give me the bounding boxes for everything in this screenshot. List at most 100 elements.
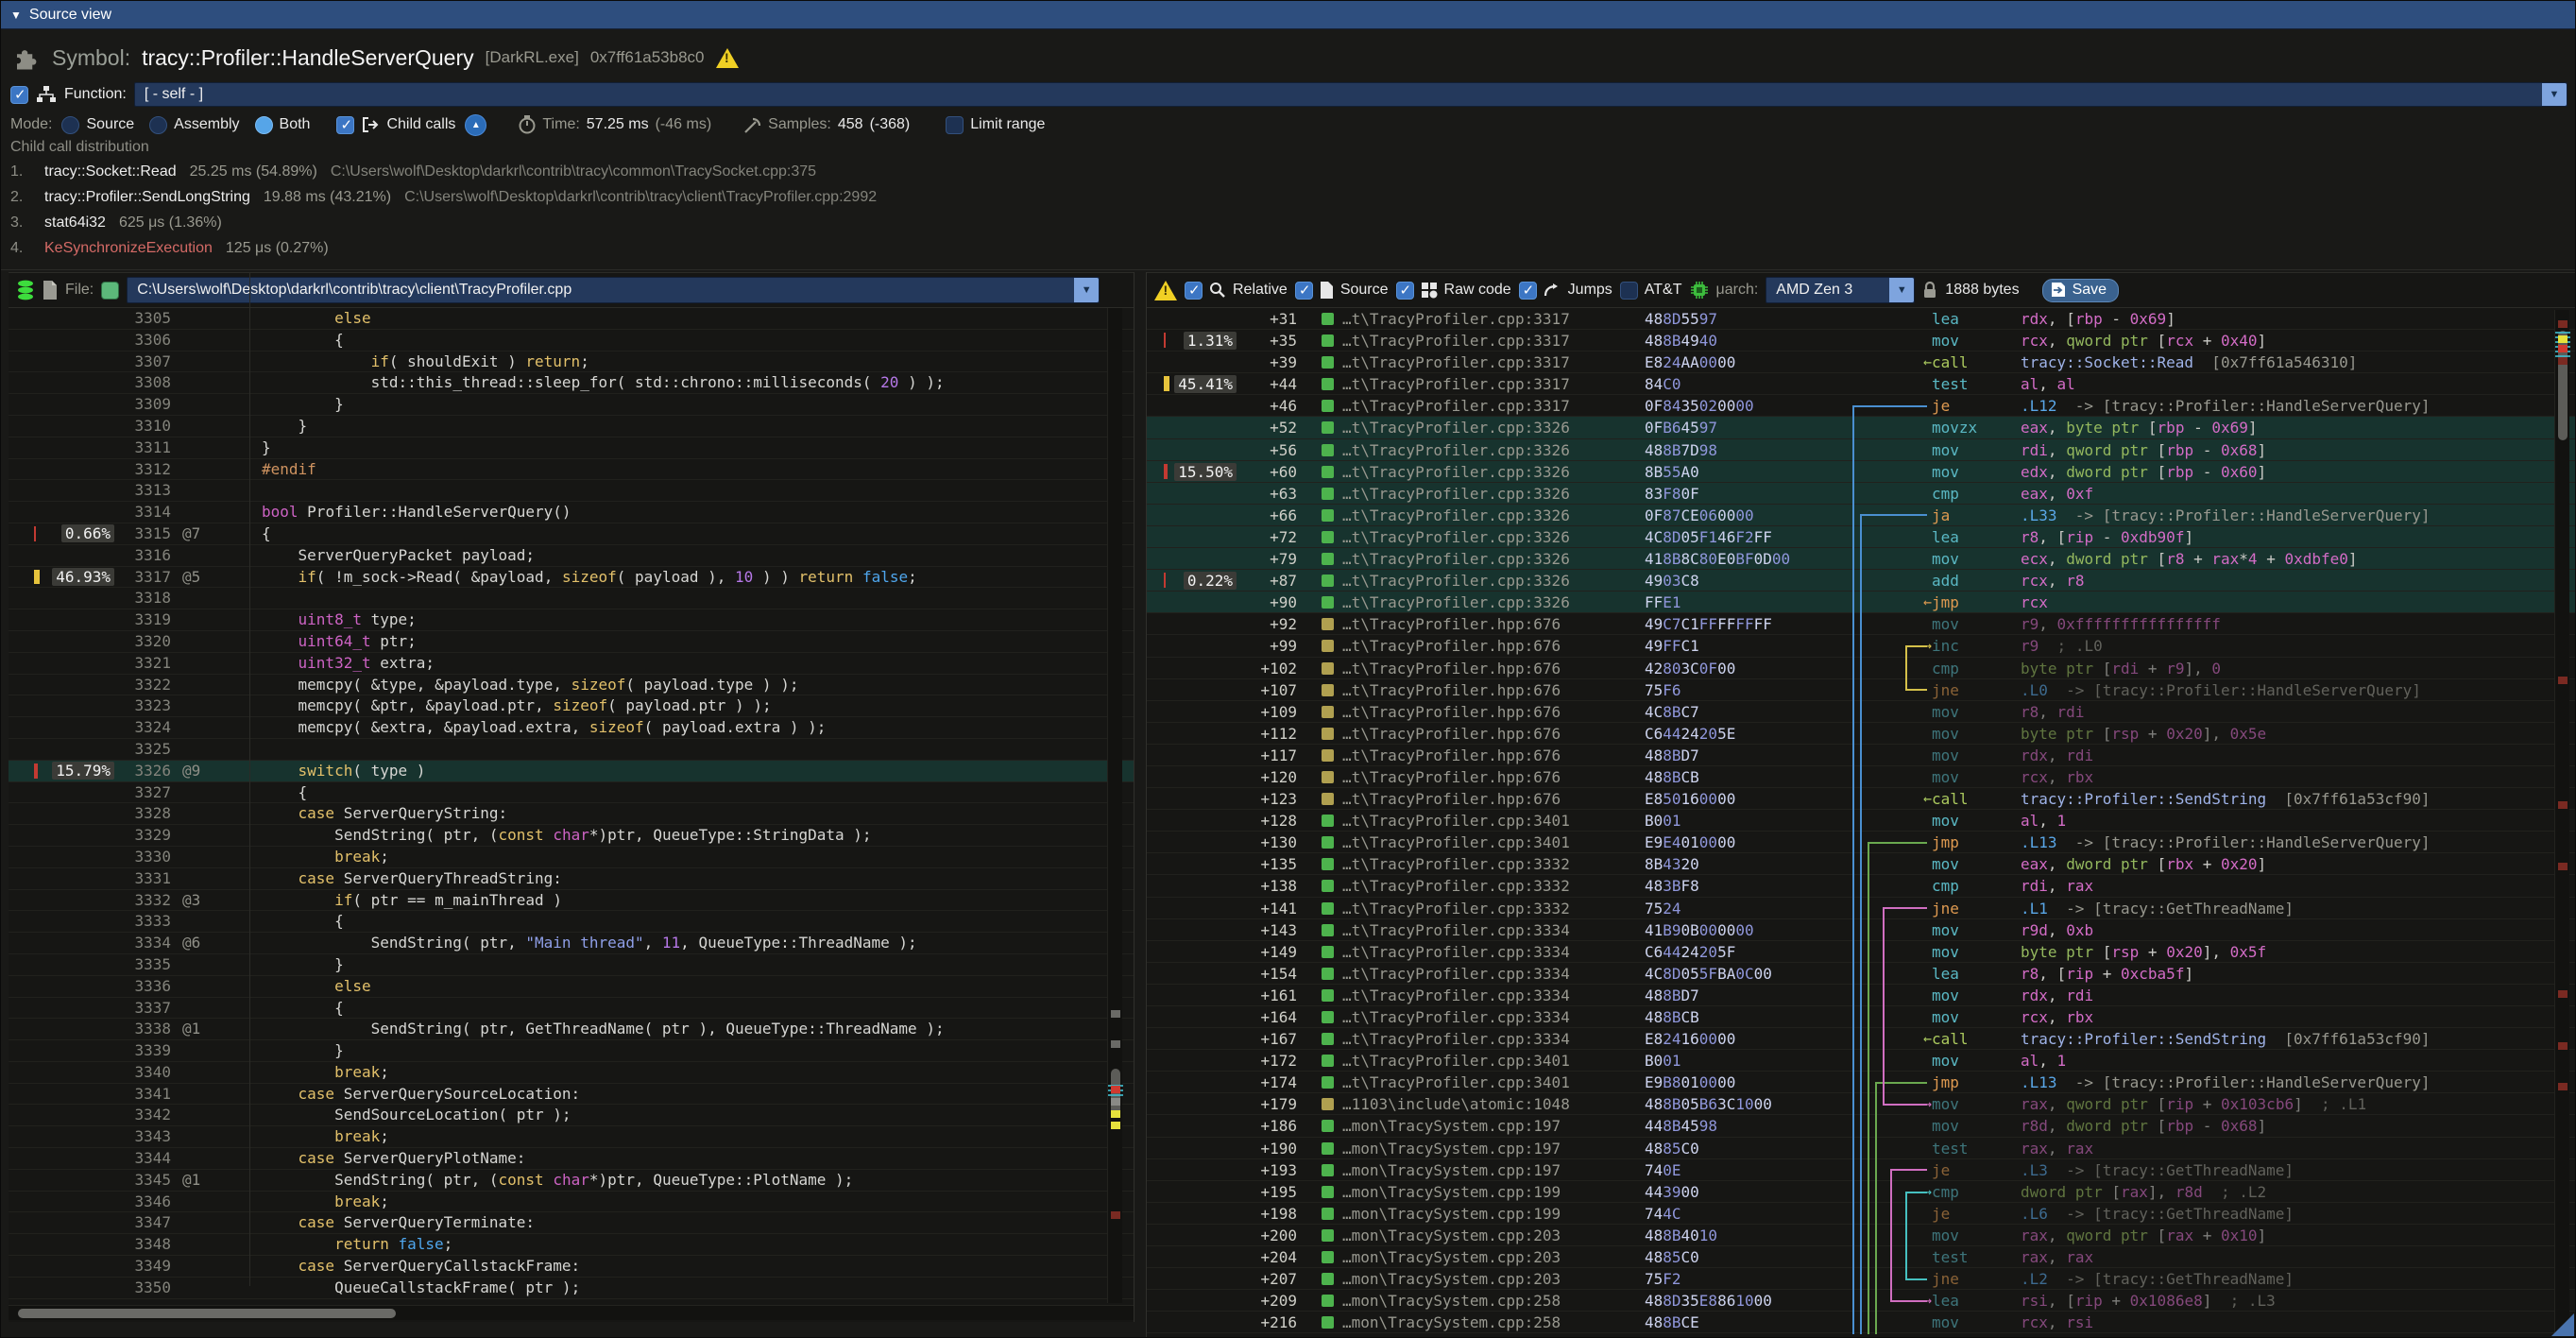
line-number[interactable]: 3306 xyxy=(116,330,175,352)
assembly-vertical-scrollbar[interactable] xyxy=(2554,310,2569,1335)
asm-source-location[interactable]: …t\TracyProfiler.cpp:3326 xyxy=(1342,570,1597,592)
asm-row[interactable]: +207…mon\TracySystem.cpp:20375F2jne.L2 -… xyxy=(1147,1268,2575,1290)
relative-toggle[interactable]: Relative xyxy=(1185,282,1288,300)
asm-source-location[interactable]: …t\TracyProfiler.cpp:3401 xyxy=(1342,1072,1597,1093)
save-button[interactable]: Save xyxy=(2042,279,2119,302)
asm-source-location[interactable]: …t\TracyProfiler.hpp:676 xyxy=(1342,613,1597,635)
source-line[interactable]: 3335 } xyxy=(9,954,1134,976)
asm-row[interactable]: +161…t\TracyProfiler.cpp:3334488BD7movrd… xyxy=(1147,985,2575,1006)
source-line[interactable]: 3341 case ServerQuerySourceLocation: xyxy=(9,1084,1134,1106)
asm-source-location[interactable]: …t\TracyProfiler.cpp:3317 xyxy=(1342,352,1597,373)
child-call-row[interactable]: 1.tracy::Socket::Read25.25 ms (54.89%)C:… xyxy=(10,162,877,181)
att-checkbox[interactable] xyxy=(1620,282,1638,300)
line-number[interactable]: 3337 xyxy=(116,998,175,1020)
asm-row[interactable]: +195…mon\TracySystem.cpp:199443900→cmpdw… xyxy=(1147,1181,2575,1203)
asm-row[interactable]: +46…t\TracyProfiler.cpp:33170F8435020000… xyxy=(1147,395,2575,417)
asm-row[interactable]: +117…t\TracyProfiler.hpp:676488BD7movrdx… xyxy=(1147,745,2575,766)
source-line[interactable]: 3340 break; xyxy=(9,1062,1134,1084)
asm-row[interactable]: +128…t\TracyProfiler.cpp:3401B001moval, … xyxy=(1147,810,2575,832)
line-number[interactable]: 3339 xyxy=(116,1040,175,1062)
asm-row[interactable]: +109…t\TracyProfiler.hpp:6764C8BC7movr8,… xyxy=(1147,701,2575,723)
chevron-down-icon[interactable]: ▼ xyxy=(1889,278,1914,302)
line-number[interactable]: 3342 xyxy=(116,1105,175,1126)
asm-source-location[interactable]: …t\TracyProfiler.cpp:3326 xyxy=(1342,592,1597,613)
asm-source-location[interactable]: …t\TracyProfiler.cpp:3334 xyxy=(1342,963,1597,985)
line-number[interactable]: 3310 xyxy=(116,416,175,437)
asm-row[interactable]: +209…mon\TracySystem.cpp:258488D35E88610… xyxy=(1147,1290,2575,1312)
source-line[interactable]: 3311} xyxy=(9,437,1134,459)
mode-option-both[interactable]: Both xyxy=(255,116,311,134)
line-number[interactable]: 3323 xyxy=(116,695,175,717)
line-number[interactable]: 3330 xyxy=(116,847,175,868)
asm-row[interactable]: +130…t\TracyProfiler.cpp:3401E9E4010000j… xyxy=(1147,832,2575,853)
source-line[interactable]: 3324 memcpy( &extra, &payload.extra, siz… xyxy=(9,717,1134,739)
asm-row[interactable]: +39…t\TracyProfiler.cpp:3317E824AA0000←c… xyxy=(1147,352,2575,373)
asm-row[interactable]: +52…t\TracyProfiler.cpp:33260FB64597movz… xyxy=(1147,417,2575,438)
source-line[interactable]: 3339 } xyxy=(9,1040,1134,1062)
chevron-down-icon[interactable]: ▼ xyxy=(2542,83,2567,106)
radio-assembly[interactable] xyxy=(149,116,167,134)
source-line[interactable]: 3344 case ServerQueryPlotName: xyxy=(9,1148,1134,1170)
line-number[interactable]: 3325 xyxy=(116,739,175,761)
source-line[interactable]: 3333 { xyxy=(9,911,1134,933)
line-number[interactable]: 3335 xyxy=(116,954,175,976)
source-line[interactable]: 3319 uint8_t type; xyxy=(9,609,1134,631)
file-dropdown[interactable]: C:\Users\wolf\Desktop\darkrl\contrib\tra… xyxy=(127,277,1100,303)
asm-row[interactable]: +193…mon\TracySystem.cpp:197740Eje.L3 ->… xyxy=(1147,1159,2575,1181)
source-line[interactable]: 3327 { xyxy=(9,782,1134,804)
asm-source-location[interactable]: …t\TracyProfiler.cpp:3332 xyxy=(1342,898,1597,919)
line-number[interactable]: 3313 xyxy=(116,480,175,502)
asm-source-location[interactable]: …t\TracyProfiler.cpp:3334 xyxy=(1342,919,1597,941)
asm-source-location[interactable]: …t\TracyProfiler.cpp:3332 xyxy=(1342,875,1597,897)
line-number[interactable]: 3321 xyxy=(116,653,175,675)
line-number[interactable]: 3324 xyxy=(116,717,175,739)
source-line[interactable]: 3307 if( shouldExit ) return; xyxy=(9,352,1134,373)
asm-source-location[interactable]: …t\TracyProfiler.cpp:3326 xyxy=(1342,483,1597,505)
limit-range-toggle[interactable]: Limit range xyxy=(946,116,1045,134)
asm-source-location[interactable]: …t\TracyProfiler.cpp:3334 xyxy=(1342,941,1597,963)
asm-row[interactable]: +102…t\TracyProfiler.hpp:67642803C0F00cm… xyxy=(1147,658,2575,679)
collapse-up-button[interactable]: ▲ xyxy=(465,114,486,136)
child-calls-checkbox[interactable] xyxy=(336,116,354,134)
line-number[interactable]: 3316 xyxy=(116,545,175,567)
asm-source-location[interactable]: …t\TracyProfiler.cpp:3326 xyxy=(1342,548,1597,570)
asm-source-location[interactable]: …mon\TracySystem.cpp:203 xyxy=(1342,1225,1597,1246)
limit-range-checkbox[interactable] xyxy=(946,116,964,134)
asm-source-location[interactable]: …t\TracyProfiler.hpp:676 xyxy=(1342,701,1597,723)
asm-row[interactable]: +167…t\TracyProfiler.cpp:3334E824160000←… xyxy=(1147,1028,2575,1050)
child-call-row[interactable]: 4.KeSynchronizeExecution125 μs (0.27%) xyxy=(10,238,877,258)
asm-source-location[interactable]: …t\TracyProfiler.hpp:676 xyxy=(1342,635,1597,657)
line-number[interactable]: 3322 xyxy=(116,675,175,696)
asm-row[interactable]: +79…t\TracyProfiler.cpp:3326418B8C80E0BF… xyxy=(1147,548,2575,570)
source-line[interactable]: 3313 xyxy=(9,480,1134,502)
asm-source-location[interactable]: …t\TracyProfiler.hpp:676 xyxy=(1342,788,1597,810)
asm-source-location[interactable]: …t\TracyProfiler.cpp:3332 xyxy=(1342,853,1597,875)
asm-source-location[interactable]: …t\TracyProfiler.cpp:3401 xyxy=(1342,1050,1597,1072)
child-call-row[interactable]: 3.stat64i32625 μs (1.36%) xyxy=(10,213,877,232)
asm-row[interactable]: +216…mon\TracySystem.cpp:258488BCEmovrcx… xyxy=(1147,1312,2575,1333)
source-line[interactable]: 3323 memcpy( &ptr, &payload.ptr, sizeof(… xyxy=(9,695,1134,717)
line-number[interactable]: 3319 xyxy=(116,609,175,631)
line-number[interactable]: 3343 xyxy=(116,1126,175,1148)
source-line[interactable]: 3337 { xyxy=(9,998,1134,1020)
relative-checkbox[interactable] xyxy=(1185,282,1203,300)
asm-source-location[interactable]: …t\TracyProfiler.hpp:676 xyxy=(1342,658,1597,679)
source-line[interactable]: 3328 case ServerQueryString: xyxy=(9,803,1134,825)
source-line[interactable]: 3329 SendString( ptr, (const char*)ptr, … xyxy=(9,825,1134,847)
source-line[interactable]: 3322 memcpy( &type, &payload.type, sizeo… xyxy=(9,675,1134,696)
asm-row[interactable]: +31…t\TracyProfiler.cpp:3317488D5597lear… xyxy=(1147,308,2575,330)
line-number[interactable]: 3336 xyxy=(116,976,175,998)
line-number[interactable]: 3305 xyxy=(116,308,175,330)
asm-row[interactable]: +190…mon\TracySystem.cpp:1974885C0testra… xyxy=(1147,1138,2575,1159)
line-number[interactable]: 3350 xyxy=(116,1278,175,1299)
line-number[interactable]: 3307 xyxy=(116,352,175,373)
line-number[interactable]: 3308 xyxy=(116,372,175,394)
uarch-dropdown[interactable]: AMD Zen 3 ▼ xyxy=(1766,277,1915,303)
asm-row[interactable]: +186…mon\TracySystem.cpp:197448B4598movr… xyxy=(1147,1115,2575,1137)
asm-source-location[interactable]: …mon\TracySystem.cpp:258 xyxy=(1342,1312,1597,1333)
asm-row[interactable]: +72…t\TracyProfiler.cpp:33264C8D05F146F2… xyxy=(1147,526,2575,548)
source-line[interactable]: 3305 else xyxy=(9,308,1134,330)
asm-source-location[interactable]: …t\TracyProfiler.cpp:3334 xyxy=(1342,985,1597,1006)
source-line[interactable]: 46.93%3317@5 if( !m_sock->Read( &payload… xyxy=(9,567,1134,589)
asm-source-location[interactable]: …1103\include\atomic:1048 xyxy=(1342,1093,1597,1115)
